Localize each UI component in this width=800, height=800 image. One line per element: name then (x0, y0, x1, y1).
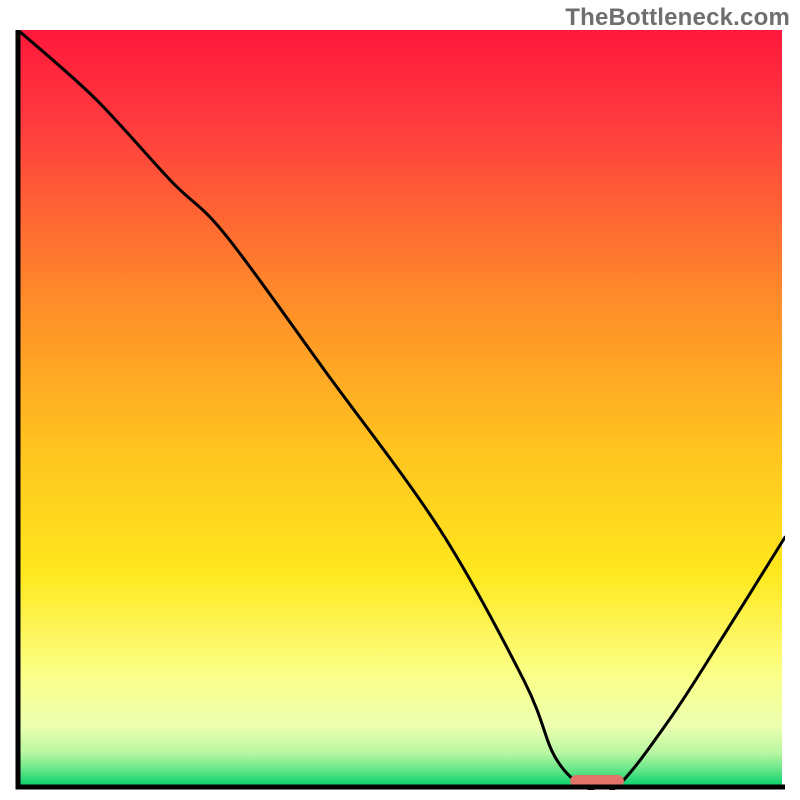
gradient-background (18, 30, 782, 787)
watermark-text: TheBottleneck.com (565, 4, 790, 32)
chart-svg (15, 30, 785, 790)
plot-area (15, 30, 785, 790)
chart-container: TheBottleneck.com (0, 0, 800, 800)
